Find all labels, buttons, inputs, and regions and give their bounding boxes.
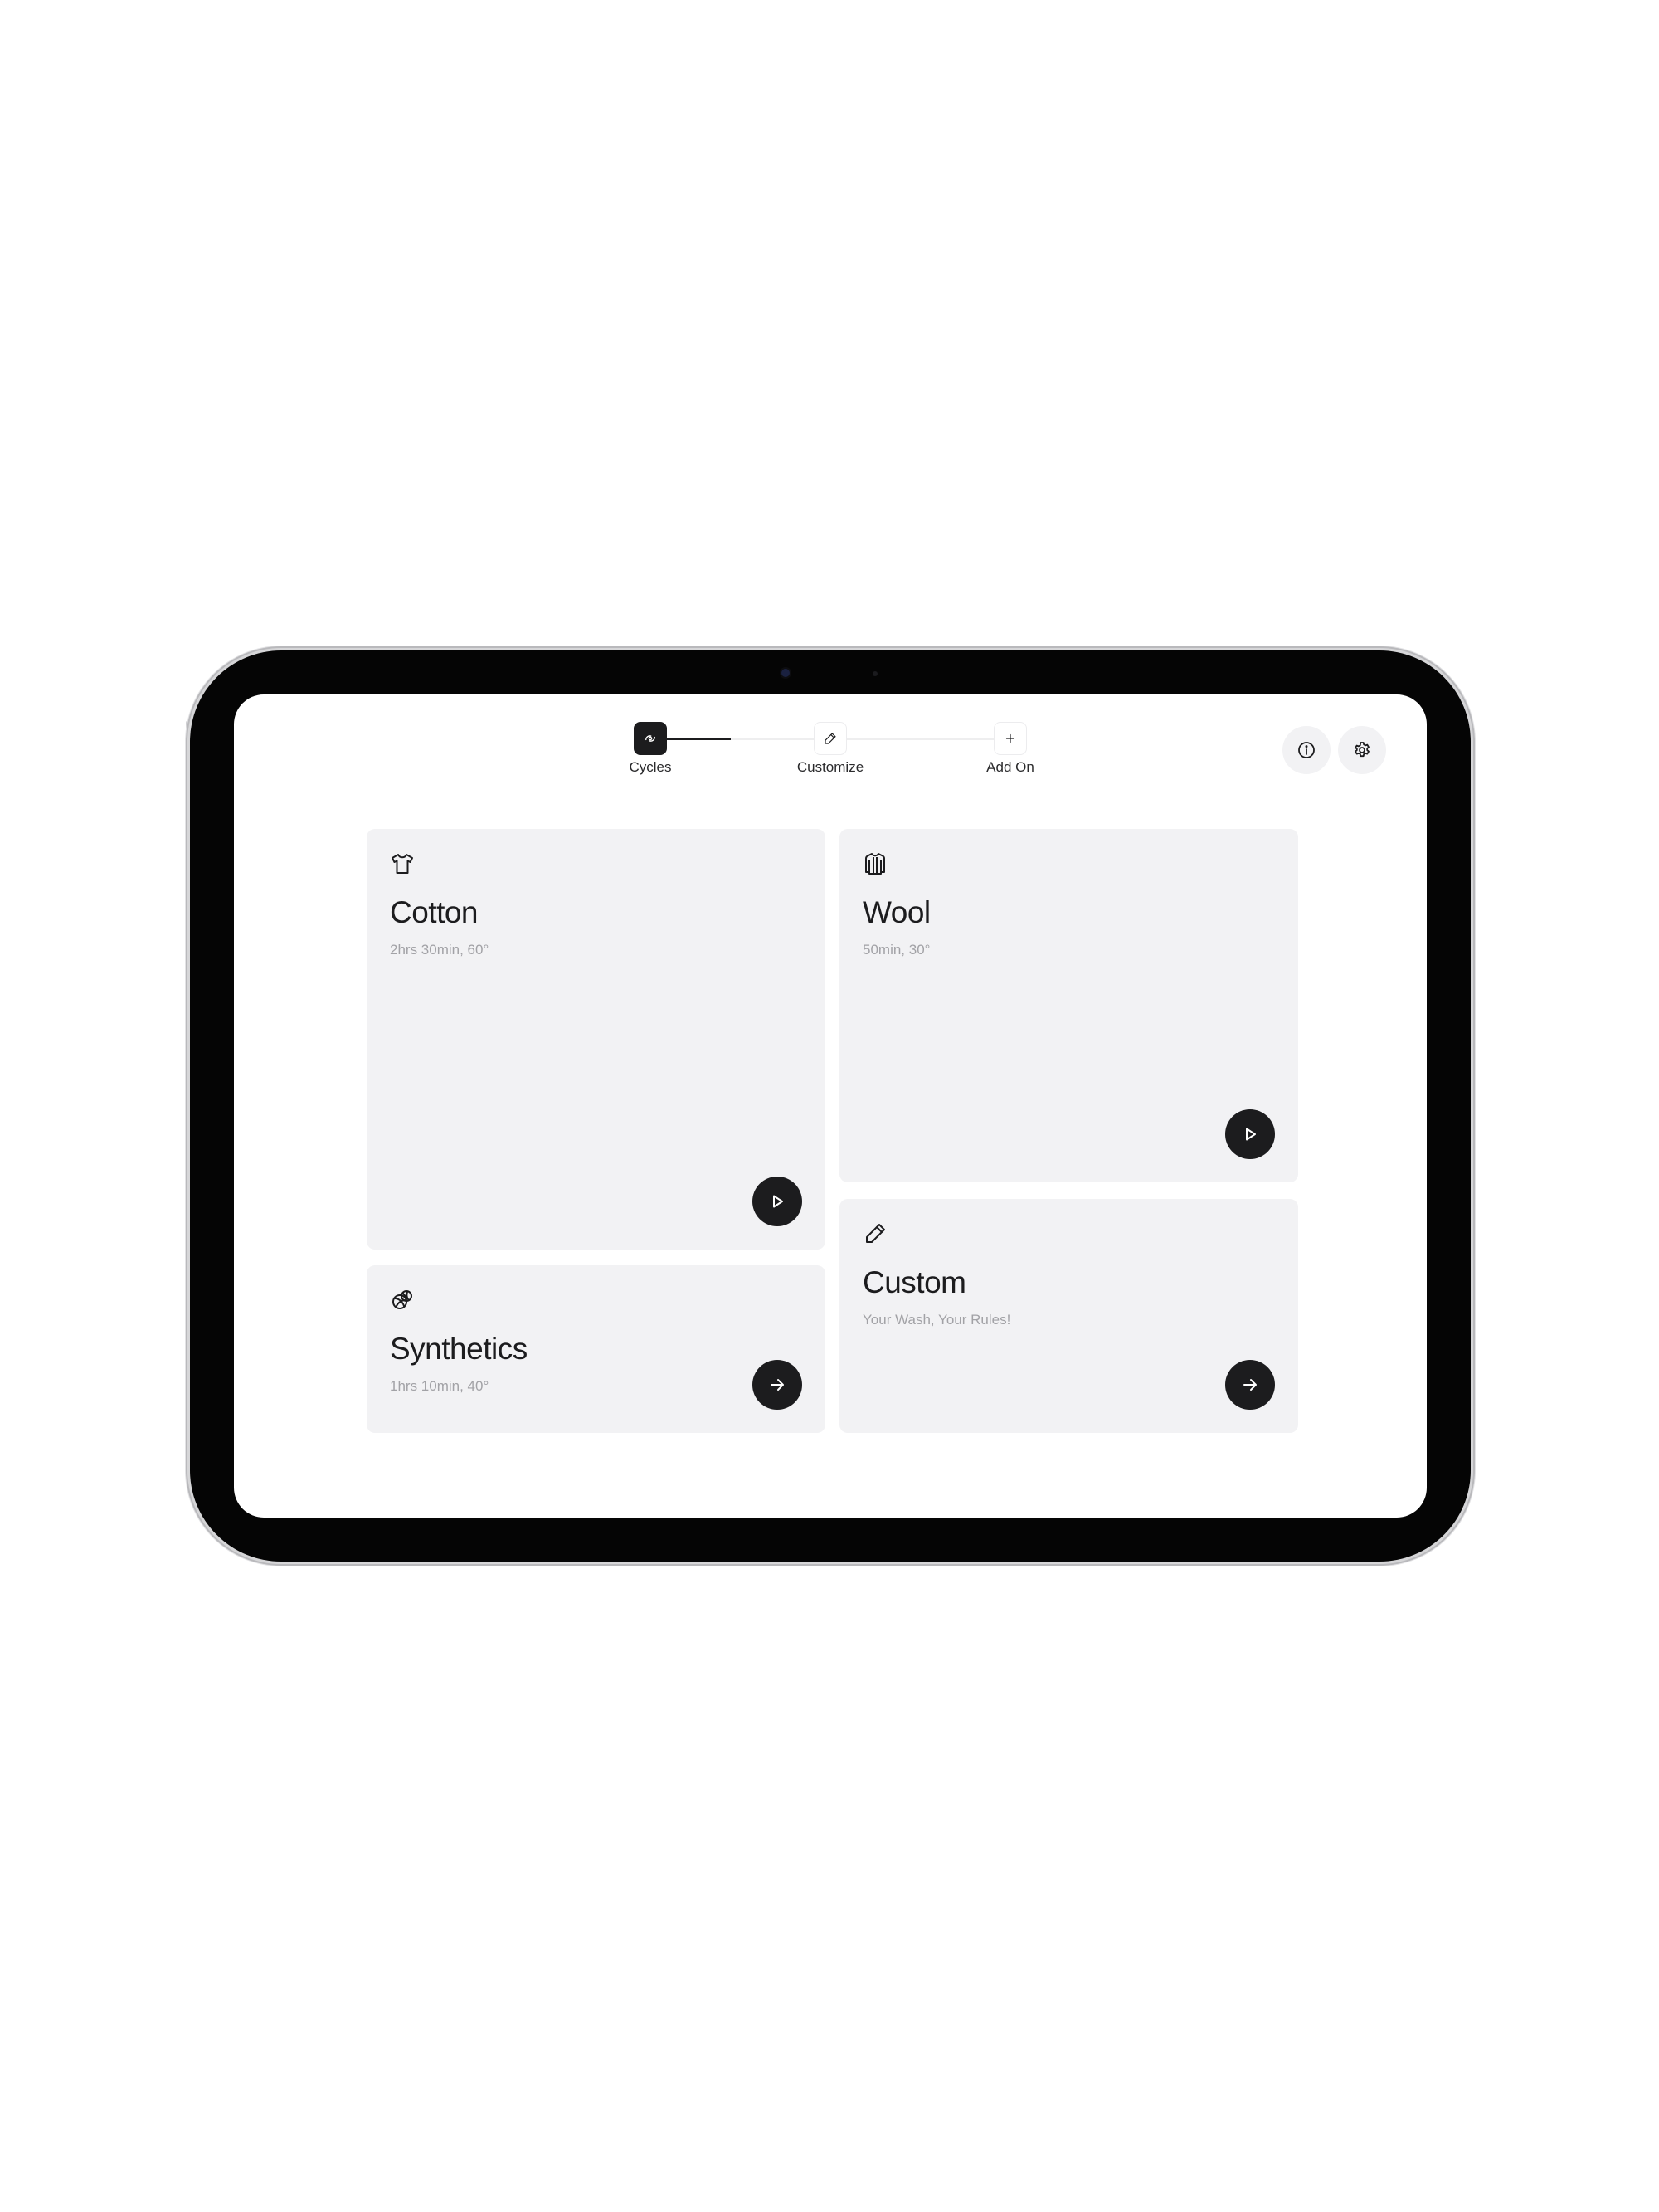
start-cycle-button[interactable] [1225,1109,1275,1159]
arrow-right-icon [1243,1379,1257,1391]
step-connector-1 [648,738,814,740]
cycle-card-synthetics[interactable]: Synthetics 1hrs 10min, 40° [367,1265,825,1433]
open-cycle-button[interactable] [752,1360,802,1410]
cycle-details: Your Wash, Your Rules! [863,1312,1011,1328]
gear-icon [1355,742,1370,758]
step-label-customize: Customize [796,759,864,775]
cycle-details: 1hrs 10min, 40° [390,1378,489,1394]
play-icon [1246,1128,1256,1141]
cycle-title: Custom [863,1265,966,1299]
step-connector-2 [830,738,994,740]
cycle-title: Wool [863,895,931,929]
info-button[interactable] [1282,726,1331,774]
sweater-icon [865,853,885,875]
progress-stepper: Cycles Customize Add On [234,694,1427,794]
cycle-card-wool[interactable]: Wool 50min, 30° [839,829,1298,1182]
plus-icon [1005,733,1015,743]
cycle-card-custom[interactable]: Custom Your Wash, Your Rules! [839,1199,1298,1433]
front-camera [781,669,790,677]
step-customize[interactable] [814,722,847,755]
cycle-details: 50min, 30° [863,942,931,957]
cycles-icon [645,735,655,742]
cycle-card-cotton[interactable]: Cotton 2hrs 30min, 60° [367,829,825,1250]
info-icon [1298,742,1315,758]
start-cycle-button[interactable] [752,1177,802,1226]
yarn-icon [392,1290,412,1309]
open-cycle-button[interactable] [1225,1360,1275,1410]
step-cycles[interactable] [634,722,667,755]
pencil-icon [866,1224,885,1243]
step-label-cycles: Cycles [629,759,672,775]
ambient-sensor [873,671,878,676]
settings-button[interactable] [1338,726,1386,774]
cycle-details: 2hrs 30min, 60° [390,942,489,957]
cycle-title: Synthetics [390,1332,528,1366]
pencil-icon [825,733,836,744]
play-icon [773,1195,783,1208]
step-add-on[interactable] [994,722,1027,755]
cycle-title: Cotton [390,895,479,929]
app-screen: Cycles Customize Add On Cotton 2hrs 30mi… [234,694,1427,1518]
tshirt-icon [392,854,413,874]
step-label-add-on: Add On [986,759,1034,775]
arrow-right-icon [771,1379,784,1391]
